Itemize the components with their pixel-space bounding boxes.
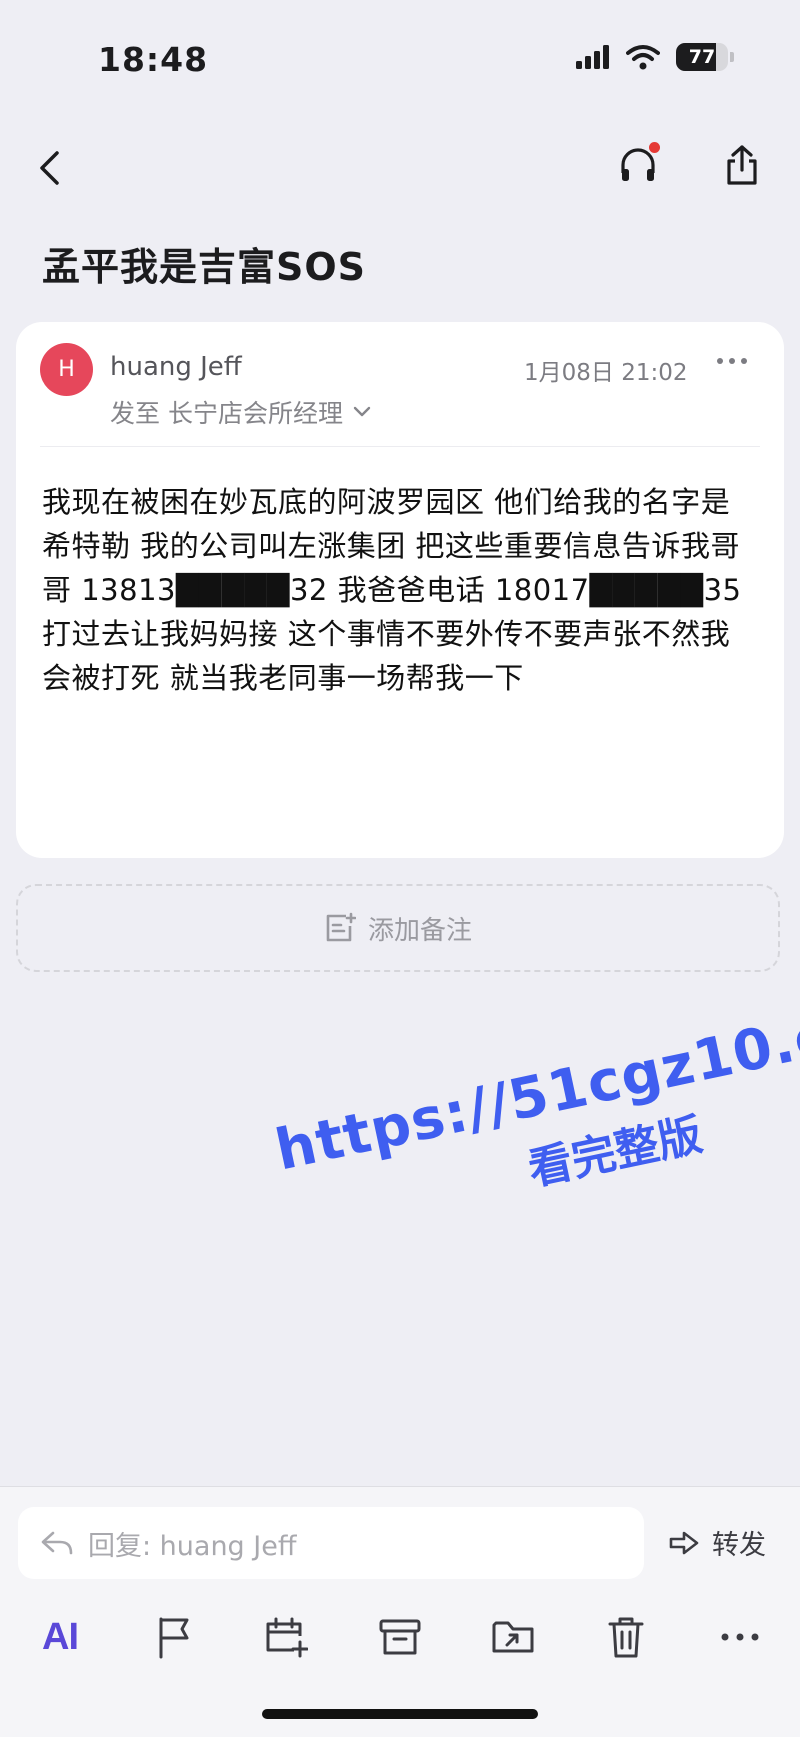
share-icon [727,145,757,185]
forward-label: 转发 [712,1530,766,1561]
bottom-bar: 回复: huang Jeff 转发 AI [0,1486,800,1737]
status-icons: 77 [576,43,734,71]
flag-icon [159,1617,189,1659]
archive-icon [379,1619,421,1655]
back-chevron-icon [40,151,59,185]
back-button[interactable] [24,138,74,198]
battery-icon: 77 [676,43,728,71]
battery-level: 77 [688,46,716,68]
email-more-button[interactable] [716,352,748,371]
ai-button[interactable]: AI [30,1607,90,1667]
toolbar-more-button[interactable] [710,1607,770,1667]
move-folder-button[interactable] [484,1607,544,1667]
avatar[interactable]: H [40,343,93,396]
flag-button[interactable] [144,1607,204,1667]
add-note-label: 添加备注 [367,915,472,946]
home-indicator [262,1709,538,1719]
email-subject: 孟平我是吉富SOS [42,245,367,289]
nav-bar [0,130,800,210]
watermark: https://51cgz10.com 看完整版 [270,982,800,1248]
forward-button[interactable]: 转发 [668,1523,766,1562]
sender-name[interactable]: huang Jeff [110,352,242,382]
trash-icon [608,1617,644,1658]
email-card: H huang Jeff 1月08日 21:02 发至 长宁店会所经理 我现在被… [16,322,784,858]
add-note-button[interactable]: 添加备注 [16,884,780,972]
recipient-toggle[interactable]: 发至 长宁店会所经理 [110,394,371,430]
header-divider [40,446,760,447]
recipient-line: 发至 长宁店会所经理 [110,399,343,428]
wifi-icon [626,45,660,70]
share-button[interactable] [710,130,774,200]
cellular-signal-icon [576,45,609,69]
status-time: 18:48 [98,40,209,79]
forward-arrow-icon [669,1531,699,1554]
calendar-add-button[interactable] [256,1607,316,1667]
reply-input[interactable]: 回复: huang Jeff [18,1507,644,1579]
battery-cap [730,52,734,62]
status-bar: 18:48 77 [0,0,800,110]
notification-dot [649,142,660,153]
delete-button[interactable] [596,1607,656,1667]
reply-placeholder: 回复: huang Jeff [88,1530,297,1562]
action-toolbar: AI [0,1607,800,1667]
archive-button[interactable] [370,1607,430,1667]
move-folder-icon [492,1621,534,1653]
email-body: 我现在被困在妙瓦底的阿波罗园区 他们给我的名字是希特勒 我的公司叫左涨集团 把这… [42,485,742,695]
reply-icon [41,1531,73,1555]
ai-label: AI [42,1615,79,1658]
email-timestamp: 1月08日 21:02 [524,360,688,386]
note-add-icon [326,912,356,942]
listen-button[interactable] [606,130,670,200]
more-horizontal-icon [717,358,747,364]
calendar-add-icon [266,1617,308,1658]
more-horizontal-icon [721,1633,759,1641]
chevron-down-icon [353,406,371,417]
